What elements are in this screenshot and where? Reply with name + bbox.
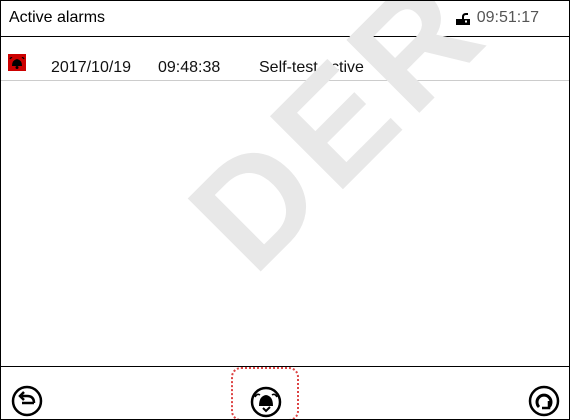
header-clock: 09:51:17 <box>454 9 539 27</box>
alarm-row[interactable]: 2017/10/19 09:48:38 Self-test active <box>1 38 569 81</box>
page-title: Active alarms <box>9 9 106 26</box>
refresh-icon[interactable] <box>528 385 560 417</box>
screen-header: Active alarms 09:51:17 <box>1 1 569 37</box>
alarm-date: 2017/10/19 <box>51 59 132 76</box>
alarm-bell-icon <box>8 54 26 71</box>
alarm-message: Self-test active <box>259 59 364 76</box>
acknowledge-alarm-button[interactable] <box>231 367 299 419</box>
bottom-toolbar <box>1 366 569 419</box>
clock-time: 09:51:17 <box>476 9 539 26</box>
acknowledge-alarm-icon <box>250 386 282 418</box>
back-arrow-icon[interactable] <box>11 385 43 417</box>
alarm-time: 09:48:38 <box>158 59 221 76</box>
lock-icon <box>455 13 470 25</box>
active-alarms-screen: Active alarms 09:51:17 2017/10/19 09:48:… <box>0 0 570 420</box>
